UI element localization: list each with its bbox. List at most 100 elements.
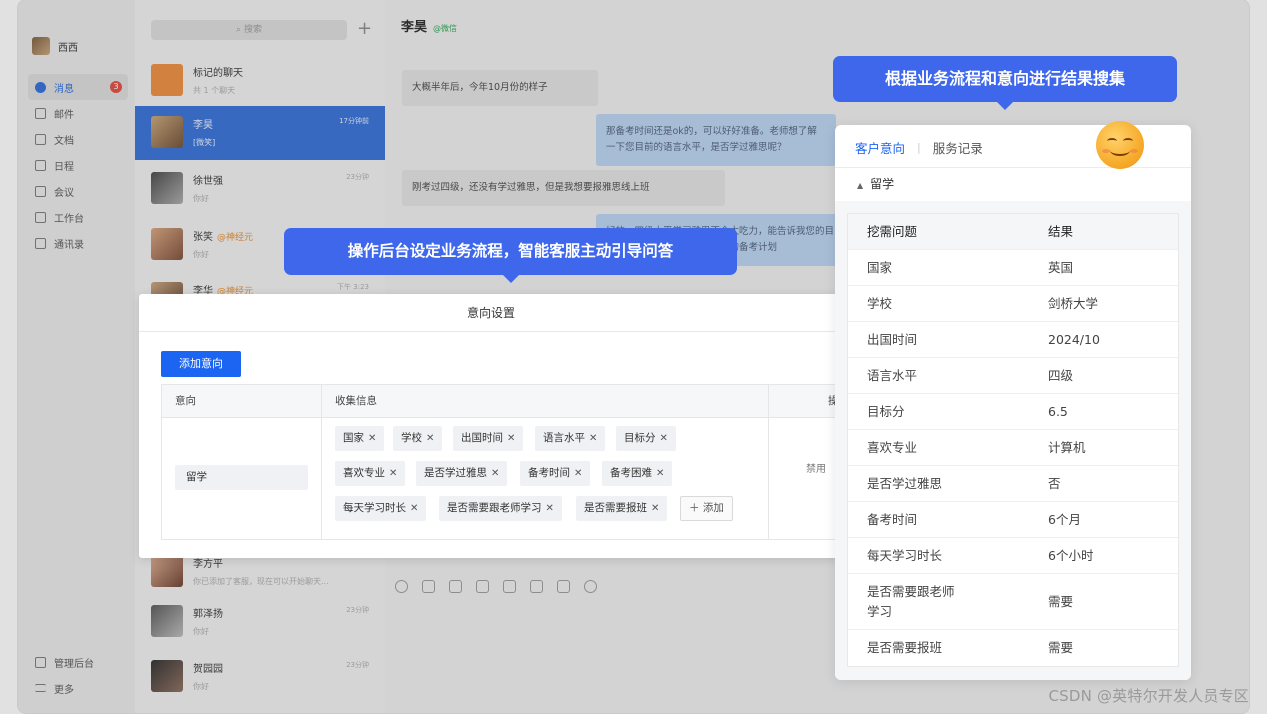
- emoji-eye: [1107, 138, 1117, 144]
- tag-label: 每天学习时长: [343, 502, 406, 514]
- intent-settings-modal: 意向设置 添加意向 意向 收集信息 操作 留学 国家✕ 学校✕ 出国时间✕ 语言…: [139, 294, 851, 558]
- collect-tag: 备考时间 ✕: [520, 461, 591, 486]
- row-result: 需要: [1048, 594, 1074, 609]
- table-row: 是否需要报班 需要: [848, 630, 1178, 666]
- header-question: 挖需问题: [867, 224, 918, 239]
- row-question: 目标分: [867, 404, 905, 419]
- panel-tabs: 客户意向 | 服务记录: [855, 138, 983, 157]
- collect-tag: 是否需要报班 ✕: [576, 496, 668, 521]
- row-question: 国家: [867, 260, 893, 275]
- collect-tag: 学校 ✕: [393, 426, 443, 451]
- disable-toggle[interactable]: 禁用: [806, 460, 826, 475]
- add-intent-button[interactable]: 添加意向: [161, 351, 241, 377]
- column-header-collect: 收集信息: [335, 395, 377, 407]
- tag-label: 是否学过雅思: [424, 467, 487, 479]
- add-tag-button[interactable]: ＋ 添加: [680, 496, 733, 521]
- collect-tag: 是否学过雅思 ✕: [416, 461, 508, 486]
- add-tag-label: 添加: [702, 502, 724, 514]
- row-result: 计算机: [1048, 440, 1086, 455]
- remove-tag-icon[interactable]: ✕: [491, 468, 499, 479]
- smiling-emoji-icon: [1096, 121, 1144, 169]
- row-question: 喜欢专业: [867, 440, 918, 455]
- modal-title: 意向设置: [139, 294, 843, 332]
- row-result: 6个月: [1048, 512, 1081, 527]
- tag-label: 出国时间: [461, 432, 503, 444]
- emoji-mouth: [1110, 145, 1130, 156]
- remove-tag-icon[interactable]: ✕: [410, 503, 418, 514]
- column-divider: [321, 385, 322, 539]
- tag-label: 语言水平: [543, 432, 585, 444]
- table-row: 是否需要跟老师学习 需要: [848, 574, 1178, 630]
- row-result: 6.5: [1048, 404, 1068, 419]
- row-question: 每天学习时长: [867, 548, 943, 563]
- table-row: 目标分 6.5: [848, 394, 1178, 430]
- table-row: 国家 英国: [848, 250, 1178, 286]
- tag-label: 是否需要跟老师学习: [447, 502, 542, 514]
- table-header: 意向 收集信息 操作: [162, 385, 850, 418]
- row-question: 学校: [867, 296, 893, 311]
- emoji-blush: [1130, 149, 1138, 153]
- row-question: 备考时间: [867, 512, 918, 527]
- column-divider: [768, 385, 769, 539]
- remove-tag-icon[interactable]: ✕: [368, 433, 376, 444]
- table-row: 喜欢专业 计算机: [848, 430, 1178, 466]
- tag-label: 备考困难: [610, 467, 652, 479]
- collect-tag: 每天学习时长 ✕: [335, 496, 427, 521]
- table-row: 每天学习时长 6个小时: [848, 538, 1178, 574]
- tag-label: 国家: [343, 432, 364, 444]
- row-result: 需要: [1048, 640, 1074, 655]
- intent-name: 留学: [175, 465, 308, 490]
- panel-body: 挖需问题 结果 国家 英国 学校 剑桥大学 出国时间 2024/10 语言水平: [835, 201, 1191, 680]
- remove-tag-icon[interactable]: ✕: [389, 468, 397, 479]
- table-row: 备考时间 6个月: [848, 502, 1178, 538]
- remove-tag-icon[interactable]: ✕: [589, 433, 597, 444]
- row-question: 语言水平: [867, 368, 918, 383]
- row-question: 出国时间: [867, 332, 918, 347]
- section-title: 留学: [870, 177, 895, 191]
- row-question: 是否需要报班: [867, 640, 943, 655]
- collect-tag: 目标分 ✕: [616, 426, 676, 451]
- tag-label: 喜欢专业: [343, 467, 385, 479]
- remove-tag-icon[interactable]: ✕: [574, 468, 582, 479]
- tab-separator: |: [917, 141, 921, 154]
- emoji-eye: [1123, 138, 1133, 144]
- row-result: 四级: [1048, 368, 1074, 383]
- collect-tag: 出国时间 ✕: [453, 426, 524, 451]
- tab-customer-intent[interactable]: 客户意向: [855, 138, 905, 157]
- header-result: 结果: [1048, 224, 1074, 239]
- row-result: 2024/10: [1048, 332, 1100, 347]
- collect-tag: 国家 ✕: [335, 426, 385, 451]
- remove-tag-icon[interactable]: ✕: [546, 503, 554, 514]
- row-result: 英国: [1048, 260, 1074, 275]
- row-result: 剑桥大学: [1048, 296, 1099, 311]
- row-question: 是否需要跟老师学习: [867, 584, 955, 619]
- remove-tag-icon[interactable]: ✕: [426, 433, 434, 444]
- customer-intent-panel: 客户意向 | 服务记录 ▲ 留学 挖需问题 结果 国家 英国 学校 剑桥大学 出…: [835, 125, 1191, 680]
- column-header-intent: 意向: [175, 395, 196, 407]
- tag-label: 目标分: [624, 432, 656, 444]
- table-row: 是否学过雅思 否: [848, 466, 1178, 502]
- watermark: CSDN @英特尔开发人员专区: [1048, 687, 1249, 705]
- tag-label: 备考时间: [528, 467, 570, 479]
- table-row: 出国时间 2024/10: [848, 322, 1178, 358]
- table-row: 语言水平 四级: [848, 358, 1178, 394]
- intent-section-toggle[interactable]: ▲ 留学: [835, 168, 1191, 201]
- tab-service-records[interactable]: 服务记录: [933, 138, 983, 157]
- callout-flow-setup: 操作后台设定业务流程，智能客服主动引导问答: [284, 228, 737, 283]
- screenshot-stage: 西西 消息 3 邮件 文档 日程 会议 工作台 通讯录 管理后台 更多 ⌕ 搜索…: [0, 0, 1267, 714]
- tag-label: 学校: [401, 432, 422, 444]
- collect-tag: 喜欢专业 ✕: [335, 461, 406, 486]
- remove-tag-icon[interactable]: ✕: [656, 468, 664, 479]
- callout-result-collection: 根据业务流程和意向进行结果搜集: [833, 56, 1177, 110]
- row-result: 否: [1048, 476, 1061, 491]
- intent-table: 意向 收集信息 操作 留学 国家 ✕ 学校 ✕ 出国时间 ✕ 语言水平 ✕ 目标分 ✕ 喜…: [161, 384, 851, 540]
- row-result: 6个小时: [1048, 548, 1094, 563]
- result-table-header: 挖需问题 结果: [848, 214, 1178, 250]
- result-table: 挖需问题 结果 国家 英国 学校 剑桥大学 出国时间 2024/10 语言水平: [847, 213, 1179, 667]
- remove-tag-icon[interactable]: ✕: [651, 503, 659, 514]
- remove-tag-icon[interactable]: ✕: [507, 433, 515, 444]
- tag-label: 是否需要报班: [584, 502, 647, 514]
- remove-tag-icon[interactable]: ✕: [660, 433, 668, 444]
- table-row: 学校 剑桥大学: [848, 286, 1178, 322]
- collect-tag: 是否需要跟老师学习 ✕: [439, 496, 562, 521]
